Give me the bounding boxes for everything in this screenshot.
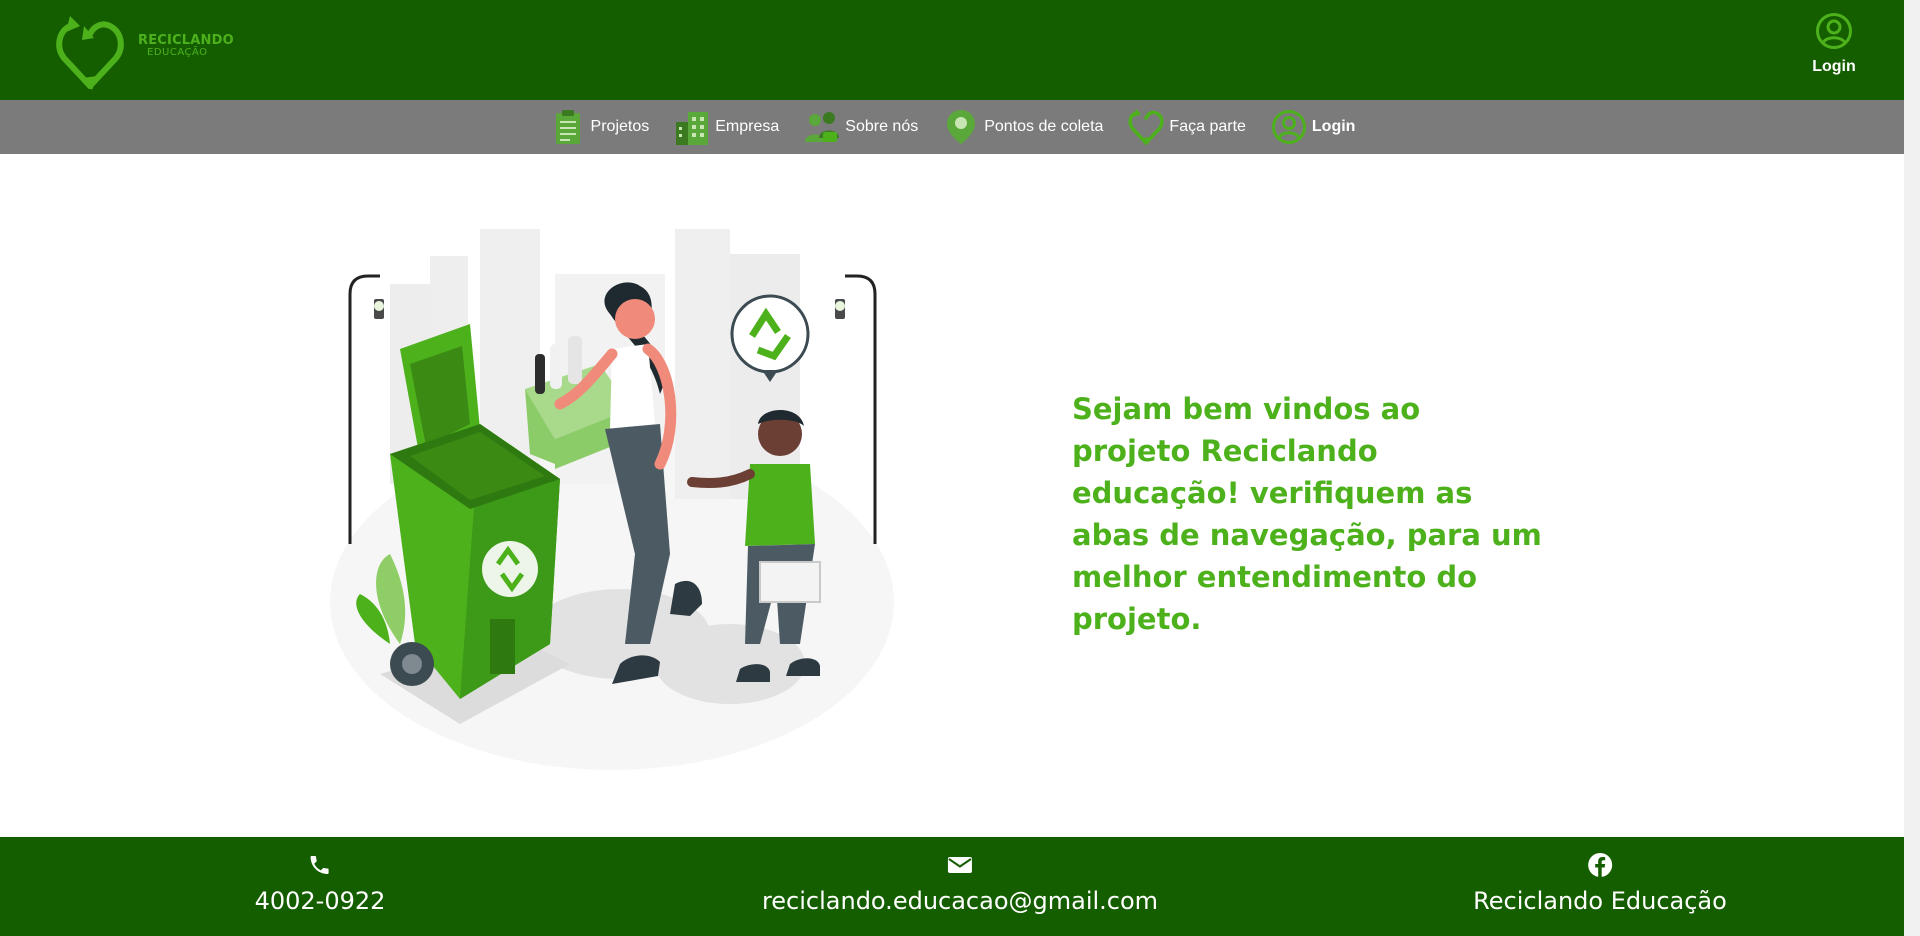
- brand-subtitle: EDUCAÇÃO: [147, 47, 208, 58]
- map-pin-icon: [942, 108, 980, 146]
- main-content: Sejam bem vindos ao projeto Reciclando e…: [0, 154, 1904, 837]
- nav-label-sobre-nos: Sobre nós: [845, 118, 919, 135]
- nav-label-login: Login: [1311, 118, 1356, 135]
- footer-phone-text: 4002-0922: [254, 887, 386, 915]
- page-scrollbar[interactable]: [1904, 0, 1920, 936]
- recycle-heart-logo-icon: [56, 16, 124, 90]
- woman-and-child-recycling-illustration: [330, 224, 895, 774]
- header-login-button[interactable]: Login: [1804, 12, 1864, 82]
- main-navigation: Projetos Empresa Sobre nós Pontos de col…: [0, 100, 1904, 154]
- footer-facebook-text: Reciclando Educação: [1473, 887, 1727, 915]
- people-icon: [803, 108, 841, 146]
- facebook-icon: [1586, 851, 1614, 879]
- user-circle-icon: [1270, 108, 1308, 146]
- nav-item-pontos-de-coleta[interactable]: Pontos de coleta: [942, 100, 1103, 154]
- header-login-label: Login: [1812, 58, 1856, 75]
- nav-item-sobre-nos[interactable]: Sobre nós: [803, 100, 918, 154]
- user-circle-icon: [1816, 13, 1852, 49]
- welcome-message: Sejam bem vindos ao projeto Reciclando e…: [1072, 392, 1542, 636]
- nav-label-empresa: Empresa: [715, 118, 780, 135]
- nav-label-projetos: Projetos: [590, 118, 650, 135]
- nav-item-projetos[interactable]: Projetos: [549, 100, 650, 154]
- phone-icon: [306, 851, 334, 879]
- nav-item-login[interactable]: Login: [1270, 100, 1356, 154]
- footer-facebook[interactable]: Reciclando Educação: [1473, 851, 1727, 915]
- brand-title: RECICLANDO: [138, 33, 234, 48]
- brand-logo[interactable]: RECICLANDO EDUCAÇÃO: [54, 12, 244, 92]
- nav-label-faca-parte: Faça parte: [1169, 118, 1246, 135]
- recycle-heart-icon: [1127, 108, 1165, 146]
- nav-item-empresa[interactable]: Empresa: [673, 100, 779, 154]
- page-footer: 4002-0922 reciclando.educacao@gmail.com …: [0, 837, 1904, 936]
- nav-item-faca-parte[interactable]: Faça parte: [1127, 100, 1246, 154]
- clipboard-icon: [549, 108, 587, 146]
- footer-email-text: reciclando.educacao@gmail.com: [761, 887, 1159, 915]
- footer-phone[interactable]: 4002-0922: [254, 851, 386, 915]
- top-header: RECICLANDO EDUCAÇÃO Login: [0, 0, 1904, 100]
- envelope-icon: [946, 851, 974, 879]
- footer-email[interactable]: reciclando.educacao@gmail.com: [762, 851, 1158, 915]
- buildings-icon: [673, 108, 711, 146]
- nav-label-pontos-de-coleta: Pontos de coleta: [984, 118, 1104, 135]
